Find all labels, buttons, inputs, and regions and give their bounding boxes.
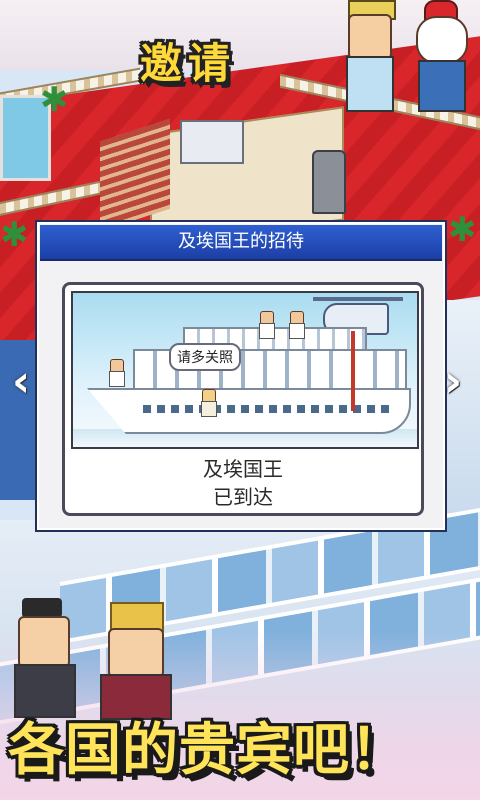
- palm-tree-icon: ✱: [448, 210, 477, 250]
- chevron-right-icon[interactable]: ›: [444, 360, 468, 404]
- palm-tree-icon: ✱: [0, 215, 29, 255]
- reception-desk: [180, 120, 244, 164]
- mast: [351, 331, 355, 411]
- hat-icon: [22, 598, 62, 618]
- statue: [312, 150, 346, 214]
- footer-banner: 各国的贵宾吧！: [8, 718, 407, 783]
- speech-bubble: 请多关照: [169, 343, 241, 371]
- snowman-character: [410, 0, 474, 115]
- dialog-header: 及埃国王的招待: [40, 225, 442, 261]
- chevron-left-icon[interactable]: ‹: [12, 360, 36, 404]
- dialog-title: 及埃国王的招待: [178, 231, 304, 252]
- caption-status: 已到达: [213, 485, 273, 509]
- caption-visitor: 及埃国王: [203, 457, 283, 481]
- dialog-content: 请多关照 及埃国王 已到达: [62, 282, 424, 516]
- ship-portholes: [143, 405, 393, 413]
- guest-figure: [259, 311, 275, 339]
- king-character: [96, 602, 174, 720]
- princess-character: [340, 0, 400, 115]
- king-figure: [201, 389, 217, 417]
- palm-tree-icon: ✱: [40, 80, 69, 120]
- event-illustration: 请多关照: [71, 291, 419, 449]
- guest-figure: [289, 311, 305, 339]
- guest-figure: [109, 359, 125, 387]
- hull-side: [445, 300, 480, 540]
- noble-character: [10, 598, 80, 718]
- event-dialog[interactable]: 及埃国王的招待 请多关照 及埃国王 已到达: [35, 220, 447, 532]
- helicopter-rotor: [313, 297, 403, 301]
- headline: 邀请: [140, 39, 237, 88]
